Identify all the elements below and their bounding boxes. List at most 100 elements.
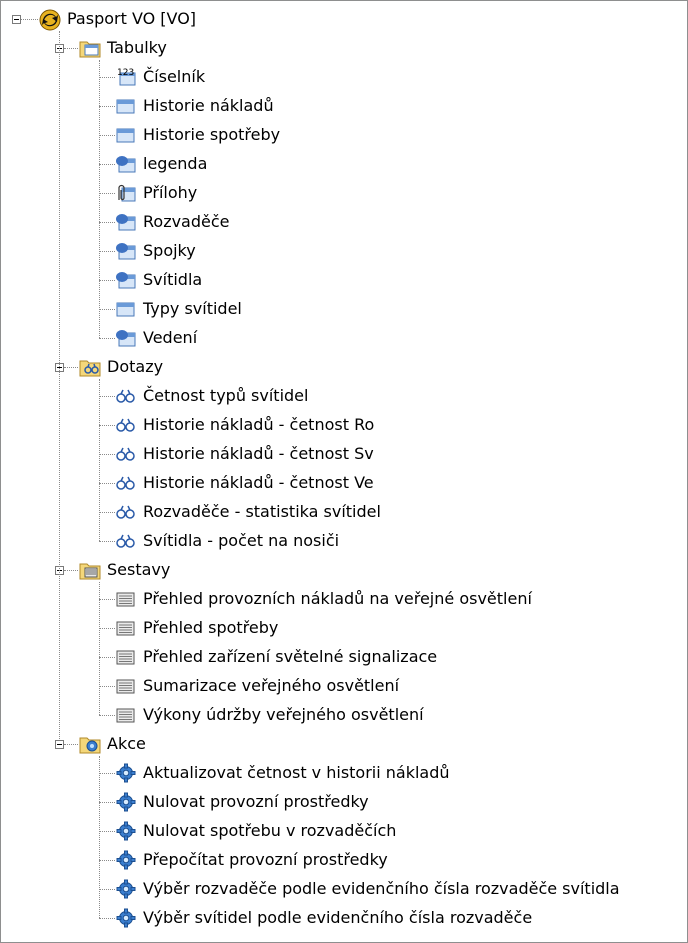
linked-table-icon <box>115 270 137 290</box>
tree-connector <box>64 367 78 368</box>
tree-connector <box>99 889 115 890</box>
report-icon <box>115 676 137 696</box>
svg-text:123: 123 <box>117 68 134 78</box>
tree-item[interactable]: Nulovat spotřebu v rozvaděčích <box>115 819 396 843</box>
tree-connector <box>99 106 115 107</box>
tree-item-label: Spojky <box>143 241 196 260</box>
tree-group-dotazy[interactable]: Dotazy <box>79 355 163 379</box>
tree-item[interactable]: 123 Číselník <box>115 65 205 89</box>
tree-item-label: Přepočítat provozní prostředky <box>143 850 388 869</box>
tree-item-label: Historie nákladů - četnost Ro <box>143 415 375 434</box>
tree-connector <box>99 193 115 194</box>
tree-connector <box>99 164 115 165</box>
tree-group-tabulky-label: Tabulky <box>107 38 167 57</box>
tree-connector <box>99 802 115 803</box>
tree-connector <box>99 338 115 339</box>
tree-connector <box>99 582 100 715</box>
numeric-table-icon: 123 <box>115 67 137 87</box>
linked-table-icon <box>115 212 137 232</box>
actions-folder-icon <box>79 734 101 754</box>
tree-connector <box>99 483 115 484</box>
query-icon <box>115 386 137 406</box>
tree-connector <box>59 31 60 739</box>
tree-connector <box>99 657 115 658</box>
tree-connector <box>99 715 115 716</box>
report-icon <box>115 705 137 725</box>
tree-item[interactable]: Rozvaděče <box>115 210 230 234</box>
tree-item[interactable]: Historie nákladů - četnost Ve <box>115 471 374 495</box>
queries-folder-icon <box>79 357 101 377</box>
tree-group-dotazy-label: Dotazy <box>107 357 164 376</box>
tree-group-tabulky[interactable]: Tabulky <box>79 36 167 60</box>
tree-connector <box>99 280 115 281</box>
tree-item-label: Historie nákladů - četnost Sv <box>143 444 374 463</box>
tree-connector <box>21 19 38 20</box>
reports-folder-icon <box>79 560 101 580</box>
tree-item[interactable]: Historie nákladů - četnost Ro <box>115 413 374 437</box>
tree-item[interactable]: Historie nákladů - četnost Sv <box>115 442 374 466</box>
tree-item[interactable]: Výběr svítidel podle evidenčního čísla r… <box>115 906 532 930</box>
tree-item[interactable]: Výkony údržby veřejného osvětlení <box>115 703 424 727</box>
query-icon <box>115 444 137 464</box>
query-icon <box>115 531 137 551</box>
tree-item[interactable]: Výběr rozvaděče podle evidenčního čísla … <box>115 877 620 901</box>
tree-item[interactable]: Rozvaděče - statistika svítidel <box>115 500 381 524</box>
tree-item[interactable]: Historie nákladů <box>115 94 274 118</box>
tree-item-label: Historie spotřeby <box>143 125 281 144</box>
tree-item[interactable]: Nulovat provozní prostředky <box>115 790 369 814</box>
tree-item-label: Četnost typů svítidel <box>143 386 309 405</box>
tree-item[interactable]: Vedení <box>115 326 197 350</box>
action-gear-icon <box>115 879 137 899</box>
action-gear-icon <box>115 821 137 841</box>
tree-group-sestavy[interactable]: Sestavy <box>79 558 170 582</box>
tree-connector <box>99 756 100 918</box>
tree-item[interactable]: Svítidla <box>115 268 202 292</box>
tree-item[interactable]: Přehled spotřeby <box>115 616 278 640</box>
tree-connector <box>99 686 115 687</box>
tree-item[interactable]: legenda <box>115 152 207 176</box>
tree-item[interactable]: Četnost typů svítidel <box>115 384 308 408</box>
tree-item-label: Číselník <box>143 67 206 86</box>
tree-item[interactable]: Přílohy <box>115 181 197 205</box>
tree-connector <box>99 541 115 542</box>
tree-root[interactable]: Pasport VO [VO] <box>39 7 196 31</box>
table-icon <box>115 299 137 319</box>
tree-connector <box>99 454 115 455</box>
tree-item[interactable]: Přehled provozních nákladů na veřejné os… <box>115 587 532 611</box>
tree-item[interactable]: Typy svítidel <box>115 297 242 321</box>
query-icon <box>115 473 137 493</box>
tree-item-label: legenda <box>143 154 208 173</box>
tree-connector <box>64 744 78 745</box>
tree-item[interactable]: Historie spotřeby <box>115 123 280 147</box>
tree-connector <box>99 396 115 397</box>
tables-folder-icon <box>79 38 101 58</box>
tree-item[interactable]: Přepočítat provozní prostředky <box>115 848 388 872</box>
tree-item-label: Přehled provozních nákladů na veřejné os… <box>143 589 532 608</box>
action-gear-icon <box>115 850 137 870</box>
tree-connector <box>99 628 115 629</box>
tree-item[interactable]: Aktualizovat četnost v historii nákladů <box>115 761 450 785</box>
tree-item-label: Svítidla - počet na nosiči <box>143 531 340 550</box>
action-gear-icon <box>115 763 137 783</box>
tree-connector <box>99 77 115 78</box>
query-icon <box>115 415 137 435</box>
tree-item[interactable]: Sumarizace veřejného osvětlení <box>115 674 399 698</box>
root-expander[interactable] <box>12 15 21 24</box>
tree-group-akce[interactable]: Akce <box>79 732 146 756</box>
tree-item[interactable]: Svítidla - počet na nosiči <box>115 529 339 553</box>
tree-item-label: Přehled spotřeby <box>143 618 279 637</box>
tree-item[interactable]: Spojky <box>115 239 196 263</box>
tree-item-label: Historie nákladů <box>143 96 274 115</box>
tree-connector <box>64 48 78 49</box>
tree-connector <box>99 599 115 600</box>
tree-group-sestavy-label: Sestavy <box>107 560 171 579</box>
tree-connector <box>99 222 115 223</box>
table-icon <box>115 96 137 116</box>
group-expander-3[interactable] <box>55 740 64 749</box>
report-icon <box>115 589 137 609</box>
tree-item[interactable]: Přehled zařízení světelné signalizace <box>115 645 437 669</box>
tree-connector <box>99 135 115 136</box>
action-gear-icon <box>115 908 137 928</box>
tree-item-label: Nulovat provozní prostředky <box>143 792 369 811</box>
tree-group-akce-label: Akce <box>107 734 146 753</box>
